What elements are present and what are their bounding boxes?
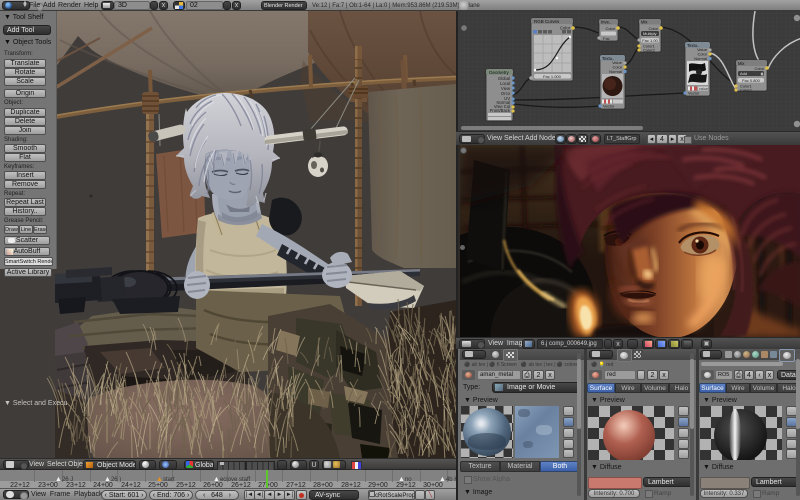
svg-text:Geometry: Geometry <box>489 70 510 75</box>
svg-text:Fac: Fac <box>603 36 610 41</box>
svg-text:Color2: Color2 <box>643 48 656 53</box>
svg-text:Multiply: Multiply <box>643 31 657 36</box>
svg-text:Mix: Mix <box>738 61 745 66</box>
svg-text:Add: Add <box>740 71 747 76</box>
svg-text:Fac 0.800: Fac 0.800 <box>742 78 761 83</box>
svg-text:Color2: Color2 <box>740 88 753 93</box>
svg-text:Normal: Normal <box>694 56 707 61</box>
svg-text:Color: Color <box>754 66 764 71</box>
svg-text:Vector: Vector <box>688 91 700 96</box>
svg-text:Inve..: Inve.. <box>601 20 611 25</box>
svg-text:Color: Color <box>560 26 571 31</box>
svg-text:Normal: Normal <box>609 69 622 74</box>
svg-text:Vector: Vector <box>603 104 615 109</box>
svg-text:Fac 1.00: Fac 1.00 <box>642 38 658 43</box>
svg-text:Mix: Mix <box>641 20 648 25</box>
svg-text:value: value <box>699 87 708 91</box>
svg-text:Front/Back: Front/Back <box>490 108 511 113</box>
svg-text:Fac 1.000: Fac 1.000 <box>543 74 562 79</box>
svg-text:RGB Curves: RGB Curves <box>534 19 560 24</box>
svg-text:Color: Color <box>605 26 615 31</box>
